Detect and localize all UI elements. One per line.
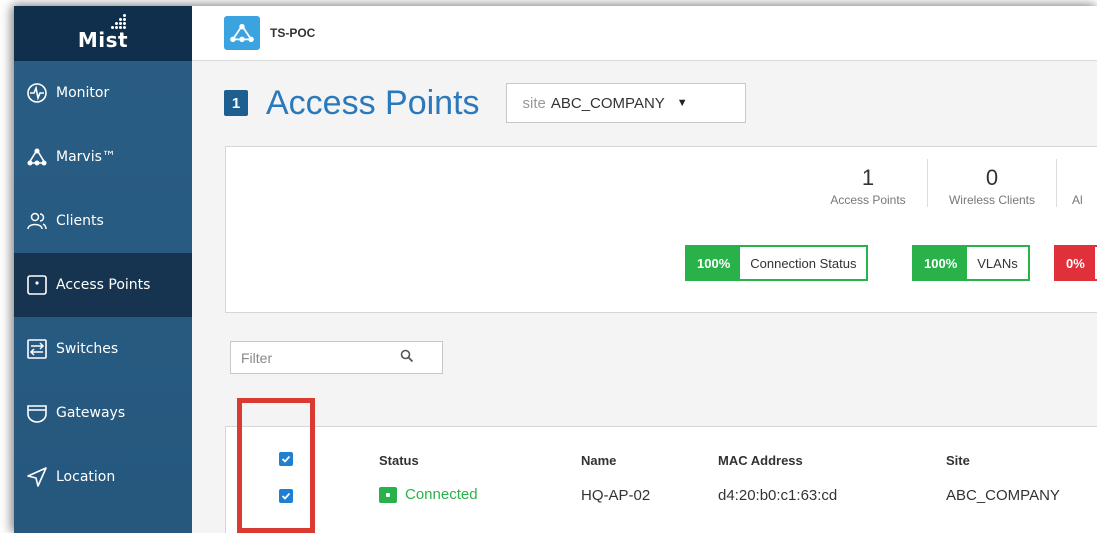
title-row: 1 Access Points site ABC_COMPANY ▼ <box>224 83 746 123</box>
sle-vlans[interactable]: 100% VLANs <box>912 245 1030 281</box>
nav-item-clients[interactable]: Clients <box>14 189 192 253</box>
nav-item-switches[interactable]: Switches <box>14 317 192 381</box>
check-icon <box>281 455 291 463</box>
stat-wireless-clients: 0 Wireless Clients <box>936 165 1048 207</box>
sle-percent: 100% <box>687 247 741 279</box>
nav-label: Gateways <box>56 405 126 421</box>
gateways-icon <box>26 402 48 424</box>
stat-divider <box>927 159 928 207</box>
table-row-site: ABC_COMPANY <box>946 487 1060 504</box>
app-window: Mist Monitor Marvis™ Clients Access Poin… <box>14 6 1097 533</box>
stat-number <box>1072 165 1097 191</box>
ap-count-badge: 1 <box>224 90 248 116</box>
sle-connection-status[interactable]: 100% Connection Status <box>685 245 869 281</box>
nav-item-monitor[interactable]: Monitor <box>14 61 192 125</box>
stat-access-points: 1 Access Points <box>818 165 918 207</box>
stats-panel: 1 Access Points 0 Wireless Clients Al 10… <box>225 146 1097 313</box>
nav-label: Marvis™ <box>56 149 116 165</box>
clients-icon <box>26 210 48 232</box>
mist-logo[interactable]: Mist <box>14 6 192 61</box>
nav-item-gateways[interactable]: Gateways <box>14 381 192 445</box>
nav-label: Access Points <box>56 277 151 293</box>
sle-percent: 0% <box>1056 247 1095 279</box>
page-title: Access Points <box>266 83 480 122</box>
ap-table: Status Name MAC Address Site Connected H… <box>225 426 1097 533</box>
table-row-mac: d4:20:b0:c1:63:cd <box>718 487 838 504</box>
stat-truncated: Al <box>1072 165 1097 207</box>
sle-bad[interactable]: 0% <box>1054 245 1097 281</box>
nav-item-location[interactable]: Location <box>14 445 192 509</box>
top-bar: TS-POC <box>192 6 1097 61</box>
org-name[interactable]: TS-POC <box>270 26 315 40</box>
check-icon <box>281 492 291 500</box>
site-dropdown[interactable]: site ABC_COMPANY ▼ <box>505 83 746 123</box>
access-point-icon <box>26 274 48 296</box>
nav-label: Clients <box>56 213 104 229</box>
monitor-icon <box>26 82 48 104</box>
table-row-status[interactable]: Connected <box>379 486 478 503</box>
nav-label: Location <box>56 469 116 485</box>
caret-down-icon: ▼ <box>676 97 688 109</box>
stat-label: Wireless Clients <box>948 193 1035 207</box>
table-row-name[interactable]: HQ-AP-02 <box>581 487 650 504</box>
row-checkbox[interactable] <box>279 489 293 503</box>
search-icon[interactable] <box>400 349 414 363</box>
sidebar: Mist Monitor Marvis™ Clients Access Poin… <box>14 6 192 533</box>
nav-label: Switches <box>56 341 119 357</box>
nav-item-marvis[interactable]: Marvis™ <box>14 125 192 189</box>
sle-name: Connection Status <box>750 255 857 271</box>
sle-name: VLANs <box>977 255 1018 271</box>
logo-dots-icon <box>111 14 127 32</box>
column-header-mac[interactable]: MAC Address <box>718 453 803 468</box>
stat-label: Access Points <box>830 193 906 207</box>
stat-number: 1 <box>861 165 875 190</box>
nav-label: Monitor <box>56 85 110 101</box>
location-icon <box>26 466 48 488</box>
connected-status-icon <box>379 486 397 503</box>
status-text: Connected <box>405 486 478 503</box>
org-icon[interactable] <box>224 16 260 50</box>
filter-placeholder: Filter <box>241 349 273 366</box>
stat-divider <box>1056 159 1057 207</box>
select-all-checkbox[interactable] <box>279 452 293 466</box>
site-value: ABC_COMPANY <box>550 94 665 112</box>
marvis-icon <box>26 146 48 168</box>
column-header-name[interactable]: Name <box>581 453 616 468</box>
nav-item-access-points[interactable]: Access Points <box>14 253 192 317</box>
stat-label: Al <box>1072 193 1083 207</box>
column-header-status[interactable]: Status <box>379 453 419 468</box>
column-header-site[interactable]: Site <box>946 453 970 468</box>
main-content: 1 Access Points site ABC_COMPANY ▼ 1 Acc… <box>192 61 1097 533</box>
site-prefix: site <box>522 94 546 112</box>
switches-icon <box>26 338 48 360</box>
stat-number: 0 <box>985 165 999 190</box>
filter-input[interactable]: Filter <box>230 341 443 374</box>
sle-percent: 100% <box>914 247 968 279</box>
